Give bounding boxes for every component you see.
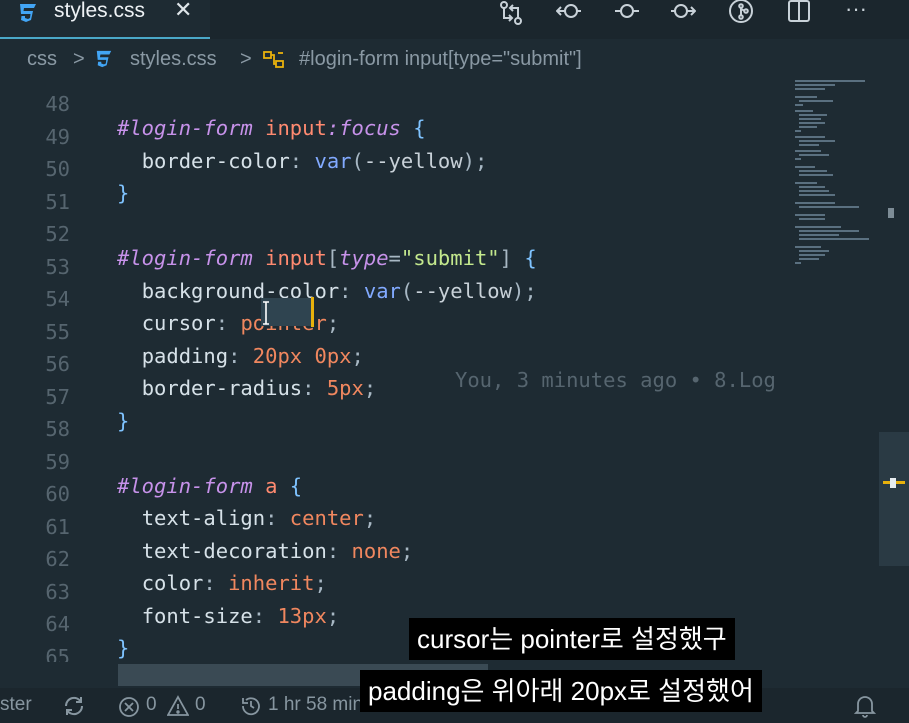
code-line: 60 text-align: center; xyxy=(0,458,790,530)
notifications-bell-icon[interactable] xyxy=(854,694,876,718)
code-line: 62 color: inherit; xyxy=(0,523,790,595)
history-clock-icon[interactable] xyxy=(240,695,262,717)
sync-icon[interactable] xyxy=(62,695,86,717)
tab-bar: styles.css ✕ ··· xyxy=(0,0,909,39)
tab-styles-css[interactable]: styles.css ✕ xyxy=(0,0,210,39)
css-file-icon xyxy=(20,4,36,22)
go-back-commit-icon[interactable] xyxy=(555,0,582,26)
code-line: 55 padding: 20px 0px; You, 3 minutes ago… xyxy=(0,296,790,392)
code-line: 56 border-radius: 5px; xyxy=(0,328,790,400)
error-count[interactable]: 0 xyxy=(146,694,157,716)
breadcrumb-separator: > xyxy=(73,48,85,70)
breadcrumb-separator: > xyxy=(240,48,252,70)
code-line: 63 font-size: 13px; xyxy=(0,556,790,628)
minimap[interactable] xyxy=(793,78,883,268)
css-file-icon xyxy=(96,50,112,68)
line-number: 65 xyxy=(45,645,70,662)
code-line: 48 #login-form input:focus { xyxy=(0,72,790,140)
breadcrumb-file[interactable]: styles.css xyxy=(130,48,217,71)
scrollbar-marker xyxy=(890,478,896,488)
breadcrumb-folder[interactable]: css xyxy=(27,48,57,71)
code-line: 51 xyxy=(0,166,790,214)
subtitle-line-2: padding은 위아래 20px로 설정했어 xyxy=(360,670,762,712)
branch-name[interactable]: ster xyxy=(0,694,32,716)
code-line: 58 xyxy=(0,393,790,441)
tab-label: styles.css xyxy=(54,0,146,22)
source-control-compare-icon[interactable] xyxy=(498,0,524,26)
error-icon[interactable] xyxy=(118,696,140,718)
code-line: 59 #login-form a { xyxy=(0,426,790,498)
code-line: 61 text-decoration: none; xyxy=(0,491,790,563)
mouse-ibeam-cursor xyxy=(263,301,269,325)
code-line: 54 cursor: pointer; xyxy=(0,263,790,335)
vertical-scrollbar[interactable] xyxy=(879,432,909,566)
code-line: 50 } xyxy=(0,133,790,205)
breadcrumb-symbol[interactable]: #login-form input[type="submit"] xyxy=(299,48,582,71)
warning-icon[interactable] xyxy=(167,695,189,717)
code-line: 53 background-color: var(--yellow); xyxy=(0,231,790,303)
commit-icon[interactable] xyxy=(614,0,640,26)
code-editor[interactable]: 48 #login-form input:focus { 49 border-c… xyxy=(0,72,790,662)
symbol-structure-icon xyxy=(263,51,284,68)
code-line: 49 border-color: var(--yellow); xyxy=(0,101,790,173)
scrollbar-marker xyxy=(888,208,894,218)
warning-count[interactable]: 0 xyxy=(195,694,206,716)
subtitle-line-1: cursor는 pointer로 설정했구 xyxy=(409,618,735,660)
go-forward-commit-icon[interactable] xyxy=(670,0,697,26)
close-tab-icon[interactable]: ✕ xyxy=(174,0,192,23)
time-tracker[interactable]: 1 hr 58 min xyxy=(268,694,363,716)
code-line: 64 } xyxy=(0,588,790,660)
code-line: 57 } xyxy=(0,361,790,433)
more-actions-icon[interactable]: ··· xyxy=(845,0,867,22)
git-history-icon[interactable] xyxy=(728,0,754,26)
code-line: 52 #login-form input[type="submit"] { xyxy=(0,198,790,270)
split-editor-icon[interactable] xyxy=(786,0,812,26)
